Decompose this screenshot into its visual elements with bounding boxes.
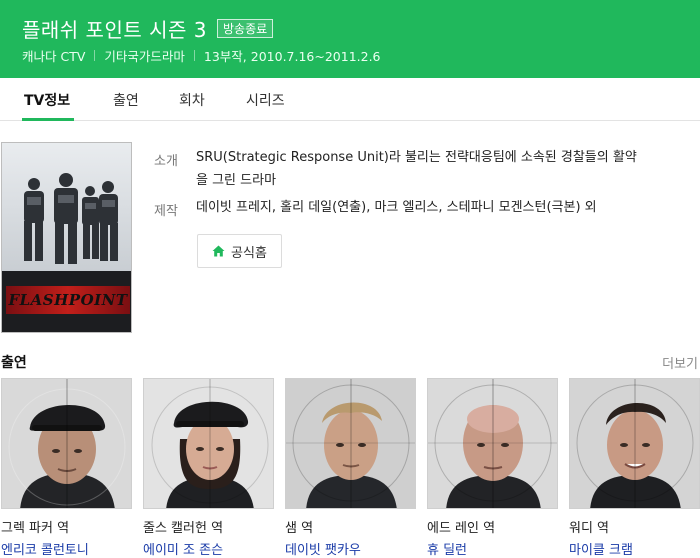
cast-portrait bbox=[428, 379, 557, 508]
production-text: 데이빗 프레지, 홀리 데일(연출), 마크 엘리스, 스테파니 모겐스턴(극본… bbox=[196, 200, 597, 215]
cast-actor-link[interactable]: 엔리코 콜런토니 bbox=[1, 539, 89, 558]
official-home-label: 공식홈 bbox=[231, 245, 267, 261]
cast-portrait bbox=[286, 379, 415, 508]
poster-photo-area bbox=[2, 143, 131, 271]
program-meta: 캐나다 CTV 기타국가드라마 13부작, 2010.7.16~2011.2.6 bbox=[22, 46, 381, 65]
poster-team-illustration bbox=[24, 173, 118, 264]
cast-role: 워디 역 bbox=[569, 521, 610, 536]
cast-card: 줄스 캘러헌 역 에이미 조 존슨 bbox=[143, 378, 274, 558]
meta-divider bbox=[193, 50, 195, 61]
genre-text: 기타국가드라마 bbox=[104, 49, 185, 64]
tab-bar: TV정보 출연 회차 시리즈 bbox=[0, 78, 700, 121]
status-badge: 방송종료 bbox=[217, 19, 274, 38]
cast-section-title: 출연 bbox=[1, 355, 27, 371]
cast-photo[interactable] bbox=[1, 378, 132, 509]
cast-portrait bbox=[2, 379, 131, 508]
intro-text: SRU(Strategic Response Unit)라 불리는 전략대응팀에… bbox=[196, 146, 686, 192]
cast-photo[interactable] bbox=[427, 378, 558, 509]
official-home-button[interactable]: 공식홈 bbox=[197, 234, 282, 268]
episodes-dates-text: 13부작, 2010.7.16~2011.2.6 bbox=[203, 49, 381, 64]
cast-portrait bbox=[144, 379, 273, 508]
tab-cast[interactable]: 출연 bbox=[113, 90, 139, 110]
title-row: 플래쉬 포인트 시즌 3 방송종료 bbox=[22, 14, 274, 43]
tab-tv-info[interactable]: TV정보 bbox=[24, 90, 70, 110]
intro-text-line: 을 그린 드라마 bbox=[196, 173, 277, 188]
tab-episodes[interactable]: 회차 bbox=[179, 90, 205, 110]
cast-card: 에드 레인 역 휴 딜런 bbox=[427, 378, 558, 558]
tab-series[interactable]: 시리즈 bbox=[246, 90, 285, 110]
cast-more-link[interactable]: 더보기 bbox=[662, 353, 698, 372]
cast-photo[interactable] bbox=[143, 378, 274, 509]
production-label: 제작 bbox=[154, 204, 178, 219]
program-header: 플래쉬 포인트 시즌 3 방송종료 캐나다 CTV 기타국가드라마 13부작, … bbox=[0, 0, 700, 78]
channel-text: 캐나다 CTV bbox=[22, 49, 86, 64]
cast-portrait bbox=[570, 379, 699, 508]
cast-photo[interactable] bbox=[569, 378, 700, 509]
home-icon bbox=[212, 245, 225, 257]
intro-label: 소개 bbox=[154, 154, 178, 169]
program-poster[interactable]: FLASHPOINT bbox=[1, 142, 132, 333]
meta-divider bbox=[94, 50, 96, 61]
cast-actor-link[interactable]: 마이클 크램 bbox=[569, 539, 633, 558]
intro-text-line: SRU(Strategic Response Unit)라 불리는 전략대응팀에… bbox=[196, 150, 637, 165]
cast-role: 그렉 파커 역 bbox=[1, 521, 70, 536]
cast-actor-link[interactable]: 데이빗 팻카우 bbox=[285, 539, 361, 558]
active-tab-indicator bbox=[22, 118, 74, 121]
program-title: 플래쉬 포인트 시즌 3 bbox=[22, 18, 207, 42]
poster-logo: FLASHPOINT bbox=[6, 286, 130, 314]
cast-card: 그렉 파커 역 엔리코 콜런토니 bbox=[1, 378, 132, 558]
cast-role: 에드 레인 역 bbox=[427, 521, 496, 536]
cast-card: 워디 역 마이클 크램 bbox=[569, 378, 700, 558]
cast-actor-link[interactable]: 에이미 조 존슨 bbox=[143, 539, 223, 558]
cast-actor-link[interactable]: 휴 딜런 bbox=[427, 539, 467, 558]
cast-role: 샘 역 bbox=[285, 521, 314, 536]
cast-role: 줄스 캘러헌 역 bbox=[143, 521, 224, 536]
cast-photo[interactable] bbox=[285, 378, 416, 509]
cast-card: 샘 역 데이빗 팻카우 bbox=[285, 378, 416, 558]
